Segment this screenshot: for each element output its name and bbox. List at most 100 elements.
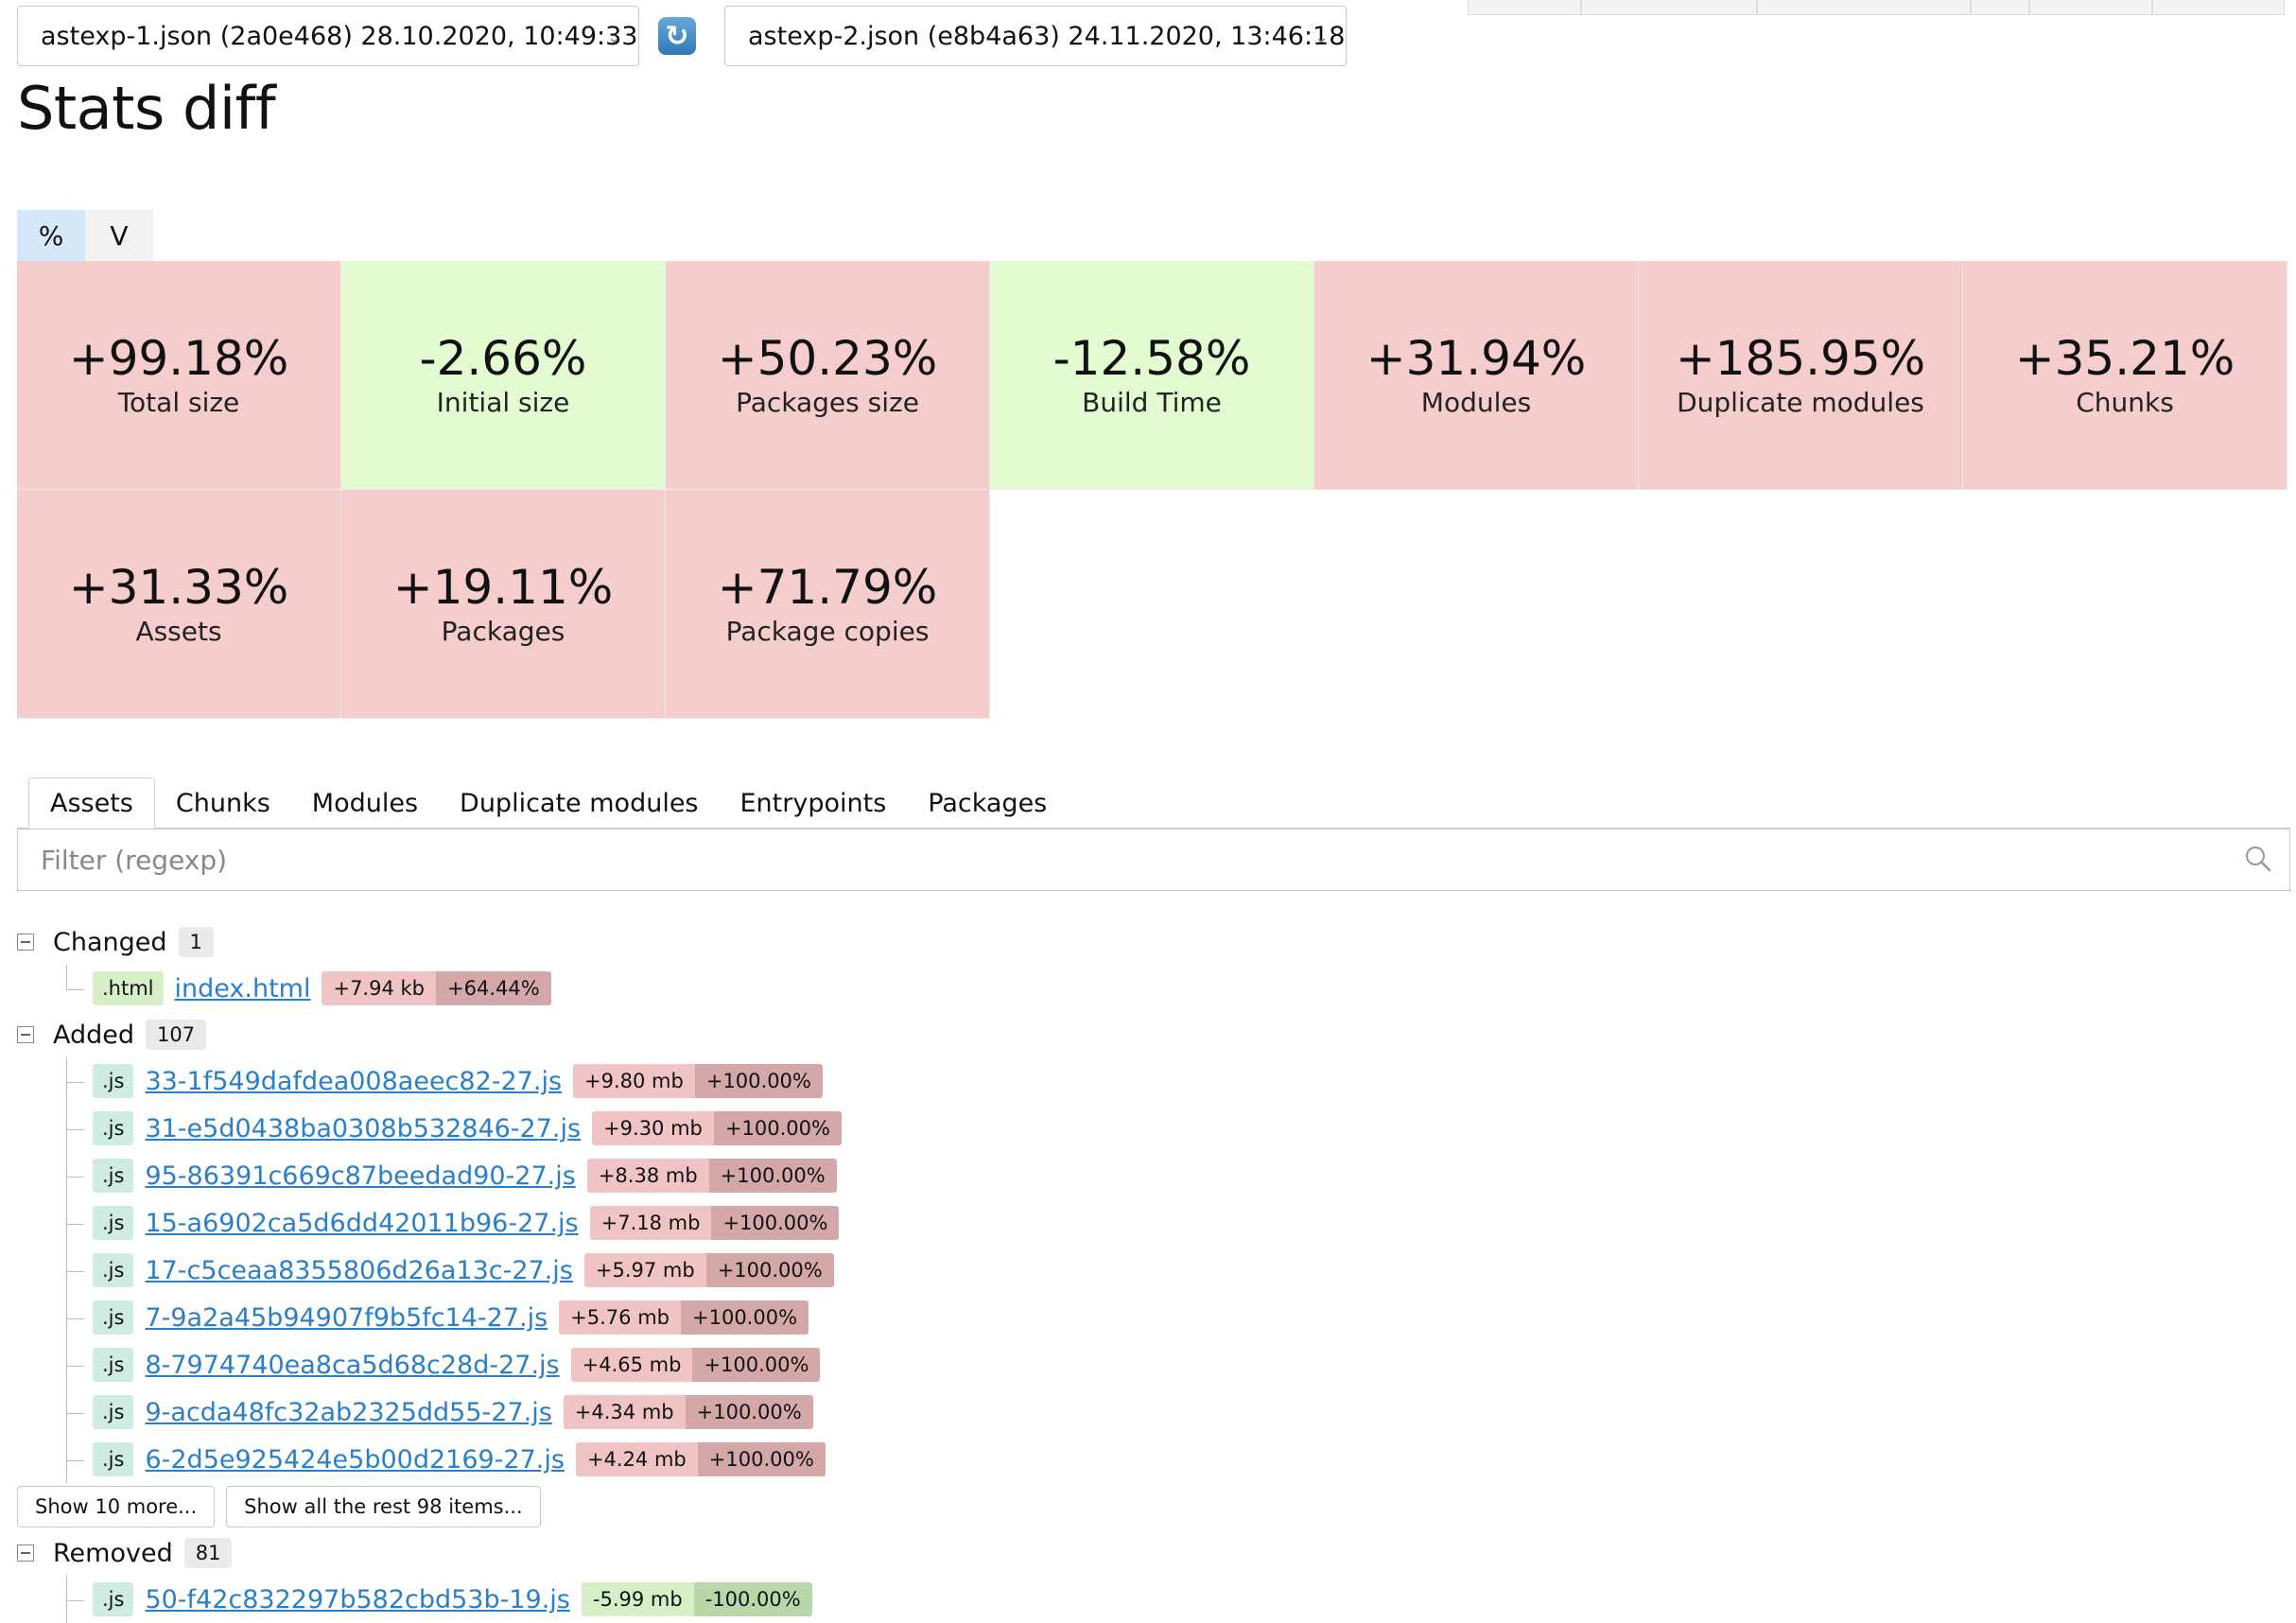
file-link[interactable]: 17-c5ceaa8355806d26a13c-27.js: [145, 1256, 572, 1285]
group-title: Changed: [53, 927, 167, 957]
tab-modules[interactable]: Modules: [291, 777, 439, 829]
tile-value: +31.94%: [1365, 331, 1587, 386]
file-link[interactable]: 15-a6902ca5d6dd42011b96-27.js: [145, 1209, 578, 1238]
tile-value: +31.33%: [68, 560, 289, 615]
tree-connector: [66, 965, 84, 990]
tile-duplicate-modules[interactable]: +185.95% Duplicate modules: [1639, 261, 1963, 490]
top-tab[interactable]: [1581, 0, 1757, 15]
top-right-tab-strip: [1468, 0, 2285, 15]
collapse-icon[interactable]: [17, 1026, 34, 1043]
search-icon[interactable]: [2244, 845, 2272, 877]
tile-value: -12.58%: [1052, 331, 1251, 386]
percent-diff: +100.00%: [713, 1111, 842, 1145]
diff-badge: +5.97 mb +100.00%: [583, 1253, 834, 1287]
value-mode-button[interactable]: V: [85, 210, 153, 261]
tree-connector: [66, 1199, 84, 1225]
file-ext-badge: .js: [93, 1159, 134, 1193]
tab-duplicate-modules[interactable]: Duplicate modules: [439, 777, 719, 829]
tree-connector: [66, 1436, 84, 1461]
percent-diff: +100.00%: [681, 1300, 809, 1335]
tile-build-time[interactable]: -12.58% Build Time: [990, 261, 1314, 490]
file-ext-badge: .js: [93, 1253, 134, 1287]
tile-value: +35.21%: [2014, 331, 2235, 386]
tile-packages[interactable]: +19.11% Packages: [341, 490, 666, 719]
tab-entrypoints[interactable]: Entrypoints: [720, 777, 908, 829]
tab-assets[interactable]: Assets: [28, 777, 155, 829]
right-stats-select-value: astexp-2.json (e8b4a63) 24.11.2020, 13:4…: [748, 21, 1346, 51]
file-link[interactable]: index.html: [175, 974, 311, 1003]
file-ext-badge: .js: [93, 1206, 134, 1240]
tab-chunks[interactable]: Chunks: [155, 777, 291, 829]
file-ext-badge: .js: [93, 1442, 134, 1476]
size-diff: +8.38 mb: [586, 1159, 709, 1193]
file-link[interactable]: 7-9a2a45b94907f9b5fc14-27.js: [145, 1303, 548, 1333]
count-badge: 1: [178, 927, 214, 957]
list-item: .js 31-e5d0438ba0308b532846-27.js +9.30 …: [17, 1105, 1530, 1152]
percent-diff: +100.00%: [685, 1395, 813, 1429]
stats-tiles: +99.18% Total size -2.66% Initial size +50…: [17, 261, 2287, 719]
tree-connector: [66, 1388, 84, 1414]
size-diff: +4.24 mb: [575, 1442, 698, 1476]
right-stats-select[interactable]: astexp-2.json (e8b4a63) 24.11.2020, 13:4…: [724, 6, 1347, 66]
file-link[interactable]: 50-f42c832297b582cbd53b-19.js: [145, 1585, 569, 1614]
percent-diff: +100.00%: [697, 1442, 826, 1476]
tile-label: Initial size: [436, 387, 570, 418]
show-more-button[interactable]: Show 10 more...: [17, 1486, 216, 1527]
tree-connector: [66, 1294, 84, 1319]
diff-badge: +7.18 mb +100.00%: [589, 1206, 840, 1240]
file-ext-badge: .js: [93, 1111, 134, 1145]
file-ext-badge: .html: [93, 971, 164, 1005]
list-item: .js 8-7974740ea8ca5d68c28d-27.js +4.65 m…: [17, 1341, 1530, 1388]
tile-packages-size[interactable]: +50.23% Packages size: [666, 261, 990, 490]
tile-modules[interactable]: +31.94% Modules: [1314, 261, 1639, 490]
file-link[interactable]: 31-e5d0438ba0308b532846-27.js: [145, 1114, 581, 1143]
percent-diff: +64.44%: [436, 971, 551, 1005]
group-removed: Removed 81: [17, 1530, 1530, 1576]
swap-button[interactable]: ↻: [658, 17, 696, 55]
list-item: .js 33-1f549dafdea008aeec82-27.js +9.80 …: [17, 1057, 1530, 1105]
top-tab[interactable]: [1757, 0, 1971, 15]
show-all-button[interactable]: Show all the rest 98 items...: [226, 1486, 541, 1527]
diff-badge: +4.34 mb +100.00%: [563, 1395, 813, 1429]
percent-diff: +100.00%: [711, 1206, 840, 1240]
tile-initial-size[interactable]: -2.66% Initial size: [341, 261, 666, 490]
tile-chunks[interactable]: +35.21% Chunks: [1963, 261, 2287, 490]
list-item: .html index.html +7.94 kb +64.44%: [17, 965, 1530, 1012]
tile-total-size[interactable]: +99.18% Total size: [17, 261, 341, 490]
tab-packages[interactable]: Packages: [907, 777, 1068, 829]
filter-input[interactable]: [18, 829, 2218, 890]
tree-connector: [66, 1341, 84, 1367]
top-tab[interactable]: [2152, 0, 2285, 15]
percent-diff: +100.00%: [705, 1253, 834, 1287]
tile-assets[interactable]: +31.33% Assets: [17, 490, 341, 719]
collapse-icon[interactable]: [17, 934, 34, 951]
file-link[interactable]: 8-7974740ea8ca5d68c28d-27.js: [145, 1351, 559, 1380]
file-link[interactable]: 6-2d5e925424e5b00d2169-27.js: [145, 1445, 564, 1475]
file-ext-badge: .js: [93, 1064, 134, 1098]
show-more-row: Show 10 more... Show all the rest 98 ite…: [17, 1483, 1530, 1530]
list-item: .js 7-9a2a45b94907f9b5fc14-27.js +5.76 m…: [17, 1294, 1530, 1341]
file-ext-badge: .js: [93, 1395, 134, 1429]
file-link[interactable]: 33-1f549dafdea008aeec82-27.js: [145, 1067, 562, 1096]
list-item: .js 9-acda48fc32ab2325dd55-27.js +4.34 m…: [17, 1388, 1530, 1436]
file-link[interactable]: 95-86391c669c87beedad90-27.js: [145, 1161, 575, 1191]
diff-badge: +8.38 mb +100.00%: [586, 1159, 837, 1193]
group-title: Added: [53, 1020, 135, 1050]
diff-badge: +9.80 mb +100.00%: [573, 1064, 823, 1098]
tree-connector: [66, 1152, 84, 1178]
diff-badge: +7.94 kb +64.44%: [322, 971, 551, 1005]
percent-diff: -100.00%: [693, 1582, 812, 1616]
file-link[interactable]: 9-acda48fc32ab2325dd55-27.js: [145, 1398, 551, 1427]
percent-mode-button[interactable]: %: [17, 210, 85, 261]
collapse-icon[interactable]: [17, 1544, 34, 1562]
top-tab[interactable]: [2029, 0, 2152, 15]
top-tab[interactable]: [1468, 0, 1581, 15]
diff-badge: -5.99 mb -100.00%: [581, 1582, 812, 1616]
top-tab[interactable]: [1971, 0, 2029, 15]
size-diff: +7.18 mb: [589, 1206, 712, 1240]
refresh-icon: ↻: [665, 19, 689, 53]
stats-selectors: astexp-1.json (2a0e468) 28.10.2020, 10:4…: [17, 6, 1347, 66]
left-stats-select[interactable]: astexp-1.json (2a0e468) 28.10.2020, 10:4…: [17, 6, 639, 66]
tile-package-copies[interactable]: +71.79% Package copies: [666, 490, 990, 719]
tile-label: Duplicate modules: [1677, 387, 1924, 418]
